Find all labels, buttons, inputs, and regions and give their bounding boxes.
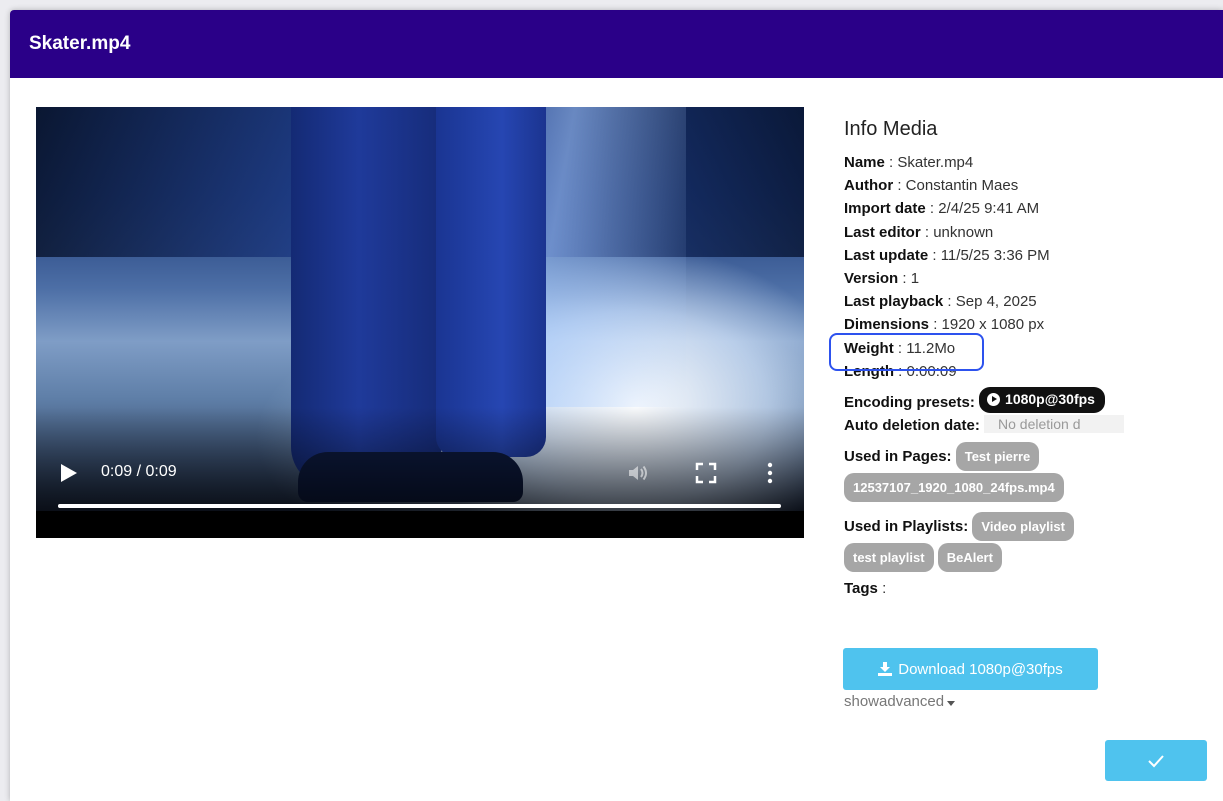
page-tag[interactable]: 12537107_1920_1080_24fps.mp4 [844, 472, 1064, 502]
video-player[interactable]: 0:09 / 0:09 [36, 107, 804, 538]
fullscreen-icon[interactable] [695, 462, 717, 484]
info-row-last-editor: Last editor : unknown [844, 223, 994, 241]
info-row-name: Name : Skater.mp4 [844, 154, 974, 171]
info-row-version: Version : 1 [844, 270, 920, 288]
seek-bar[interactable] [58, 504, 781, 508]
playlist-tag[interactable]: BeAlert [937, 542, 1002, 572]
info-title: Info Media [844, 118, 938, 140]
controls-overlay [36, 407, 804, 511]
show-advanced-toggle[interactable]: showadvanced [844, 693, 956, 710]
modal-title: Skater.mp4 [29, 33, 131, 54]
page-tag[interactable]: Test pierre [955, 441, 1040, 471]
playlist-tag[interactable]: Video playlist [972, 511, 1074, 541]
download-button[interactable]: Download 1080p@30fps [843, 648, 1098, 690]
media-info-modal: Skater.mp4 0:09 / 0:09 Info Media Name:… [10, 10, 1223, 801]
info-row-import-date: Import date : 2/4/25 9:41 AM [844, 200, 1040, 218]
encoding-preset-badge[interactable]: 1080p@30fps [979, 387, 1105, 414]
info-row-author: Author : Constantin Maes [844, 177, 1019, 195]
info-row-pages: Used in Pages: Test pierre 12537107_1920… [844, 441, 1214, 503]
time-display: 0:09 / 0:09 [101, 463, 177, 480]
modal-header: Skater.mp4 [10, 10, 1223, 78]
info-row-last-playback: Last playback : Sep 4, 2025 [844, 293, 1037, 311]
confirm-button[interactable] [1105, 740, 1207, 781]
info-row-playlists: Used in Playlists: Video playlist test p… [844, 511, 1214, 573]
caret-down-icon [947, 701, 956, 706]
info-row-tags: Tags : [844, 579, 887, 597]
play-icon[interactable] [60, 463, 78, 483]
info-row-encoding: Encoding presets: 1080p@30fps [844, 387, 1214, 414]
volume-icon[interactable] [626, 461, 650, 485]
seek-progress [58, 504, 781, 508]
check-icon [1148, 754, 1164, 767]
weight-highlight-box [829, 333, 984, 371]
auto-deletion-field[interactable]: No deletion d [984, 415, 1124, 434]
play-circle-icon [987, 393, 1001, 407]
download-icon [878, 662, 893, 676]
info-row-last-update: Last update : 11/5/25 3:36 PM [844, 246, 1050, 264]
info-row-auto-deletion: Auto deletion date: No deletion d [844, 414, 1214, 437]
playlist-tag[interactable]: test playlist [844, 542, 934, 572]
more-vert-icon[interactable] [760, 461, 780, 485]
